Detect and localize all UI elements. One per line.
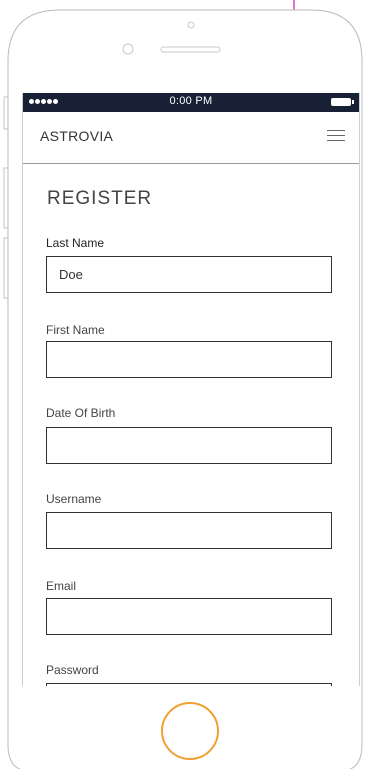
date-of-birth-label: Date Of Birth [46, 406, 116, 420]
password-label: Password [46, 663, 99, 677]
home-button[interactable] [161, 702, 219, 760]
sensor-icon [122, 43, 134, 55]
speaker-grill [160, 46, 221, 53]
last-name-field[interactable] [46, 256, 332, 293]
brand-name[interactable]: ASTROVIA [40, 128, 113, 144]
username-label: Username [46, 492, 102, 506]
date-of-birth-field[interactable] [46, 427, 332, 464]
username-field[interactable] [46, 512, 332, 549]
hamburger-menu-icon[interactable] [327, 129, 345, 143]
screen: 0:00 PM ASTROVIA REGISTER Last Name Firs… [22, 93, 360, 686]
phone-mockup: 0:00 PM ASTROVIA REGISTER Last Name Firs… [0, 0, 370, 769]
last-name-label: Last Name [46, 236, 105, 250]
password-field[interactable] [46, 683, 332, 686]
first-name-field[interactable] [46, 341, 332, 378]
page-title: REGISTER [47, 188, 153, 209]
battery-icon [331, 98, 354, 106]
first-name-label: First Name [46, 323, 105, 337]
status-bar: 0:00 PM [23, 93, 359, 112]
email-label: Email [46, 579, 77, 593]
email-field[interactable] [46, 598, 332, 635]
front-camera-icon [187, 21, 195, 29]
nav-bar: ASTROVIA [23, 112, 359, 164]
status-time: 0:00 PM [169, 95, 213, 107]
